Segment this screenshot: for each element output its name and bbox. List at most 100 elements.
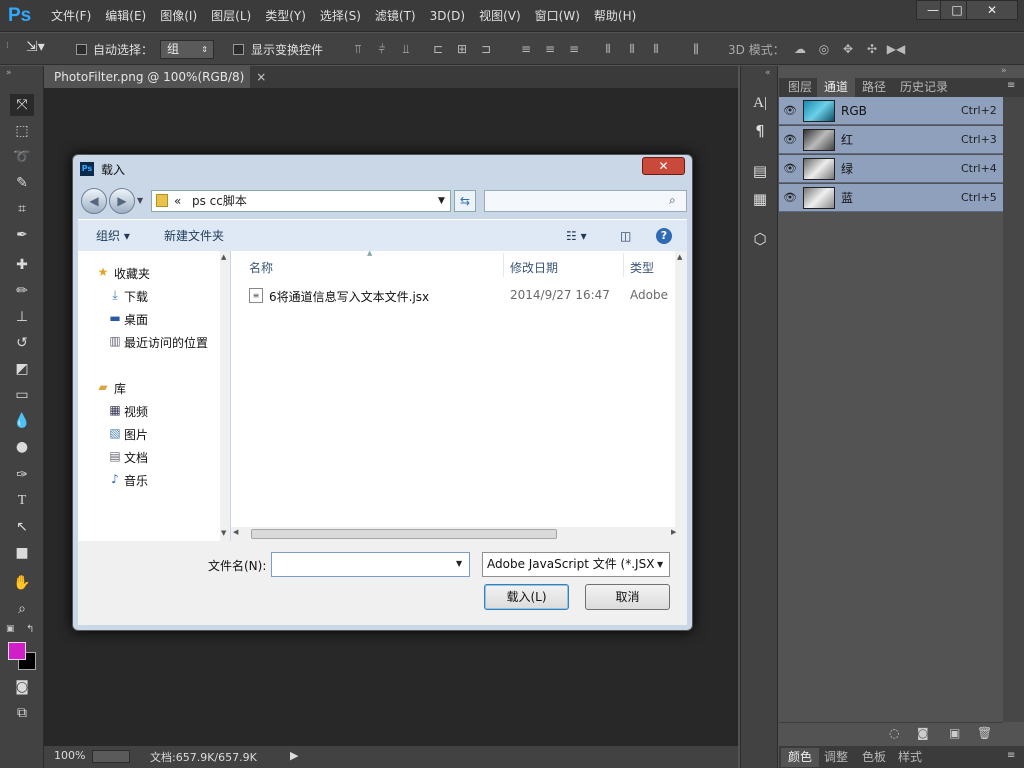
nav-item-downloads[interactable]: 下载 — [124, 288, 148, 305]
collapse-panel-icon[interactable]: » — [1001, 66, 1007, 76]
tab-adjustments[interactable]: 调整 — [817, 748, 855, 767]
menu-window[interactable]: 窗口(W) — [528, 0, 587, 32]
zoom-level[interactable]: 100% — [54, 749, 85, 762]
forward-button[interactable]: ▶ — [109, 188, 135, 214]
visibility-eye-icon[interactable]: 👁 — [783, 104, 797, 118]
history-dropdown-icon[interactable]: ▼ — [137, 196, 143, 205]
channel-row-rgb[interactable]: 👁 RGB Ctrl+2 — [779, 97, 1003, 125]
swap-colors-icon[interactable]: ↰ — [26, 624, 34, 635]
history-brush-tool-icon[interactable]: ↺ — [10, 332, 34, 354]
search-input[interactable]: ⌕ — [484, 190, 687, 212]
channel-row-green[interactable]: 👁 绿 Ctrl+4 — [779, 155, 1003, 183]
cancel-button[interactable]: 取消 — [585, 584, 670, 610]
preview-pane-icon[interactable]: ◫ — [620, 220, 631, 252]
3d-pan-icon[interactable]: ✥ — [838, 41, 858, 57]
dodge-tool-icon[interactable]: ● — [10, 436, 34, 458]
organize-button[interactable]: 组织 ▾ — [96, 220, 130, 252]
menu-3d[interactable]: 3D(D) — [423, 0, 472, 32]
collapse-column-icon[interactable]: « — [765, 68, 771, 78]
load-selection-icon[interactable]: ◌ — [889, 726, 899, 740]
menu-help[interactable]: 帮助(H) — [587, 0, 643, 32]
menu-image[interactable]: 图像(I) — [153, 0, 204, 32]
align-left-icon[interactable]: ⊏ — [430, 41, 446, 57]
nav-item-documents[interactable]: 文档 — [124, 449, 148, 466]
column-header-name[interactable]: 名称 — [249, 259, 273, 276]
auto-select-dropdown[interactable]: 组 ⇕ — [160, 40, 214, 59]
nav-item-pictures[interactable]: 图片 — [124, 426, 148, 443]
nav-item-desktop[interactable]: 桌面 — [124, 311, 148, 328]
file-vertical-scrollbar[interactable]: ▲ — [675, 251, 687, 527]
distribute-top-icon[interactable]: ≡ — [518, 41, 534, 57]
distribute-right-icon[interactable]: ⦀ — [648, 41, 664, 57]
filetype-dropdown-icon[interactable]: ▼ — [657, 553, 669, 576]
column-header-modified[interactable]: 修改日期 — [510, 259, 558, 276]
align-right-icon[interactable]: ⊐ — [478, 41, 494, 57]
3d-roll-icon[interactable]: ◎ — [814, 41, 834, 57]
load-button[interactable]: 载入(L) — [484, 584, 569, 610]
eraser-tool-icon[interactable]: ◩ — [10, 358, 34, 380]
auto-select-checkbox[interactable] — [76, 44, 87, 55]
status-menu-arrow-icon[interactable]: ▶ — [290, 749, 298, 762]
path-select-tool-icon[interactable]: ↖ — [10, 516, 34, 538]
pen-tool-icon[interactable]: ✑ — [10, 464, 34, 486]
align-vcenter-icon[interactable]: ⫩ — [374, 41, 390, 57]
show-transform-checkbox[interactable] — [233, 44, 244, 55]
menu-select[interactable]: 选择(S) — [313, 0, 368, 32]
nav-item-music[interactable]: 音乐 — [124, 472, 148, 489]
marquee-tool-icon[interactable]: ⬚ — [10, 120, 34, 142]
save-selection-icon[interactable]: ◙ — [917, 726, 929, 740]
menu-type[interactable]: 类型(Y) — [258, 0, 313, 32]
hand-tool-icon[interactable]: ✋ — [10, 572, 34, 594]
refresh-icon[interactable]: ⇆ — [454, 190, 476, 212]
channel-row-red[interactable]: 👁 红 Ctrl+3 — [779, 126, 1003, 154]
brush-tool-icon[interactable]: ✏ — [10, 280, 34, 302]
nav-item-video[interactable]: 视频 — [124, 403, 148, 420]
3d-camera-icon[interactable]: ▶◀ — [886, 41, 906, 57]
3d-panel-icon[interactable]: ⬡ — [749, 228, 771, 250]
filename-input[interactable]: ▼ — [271, 552, 470, 577]
healing-brush-tool-icon[interactable]: ✚ — [10, 254, 34, 276]
favorites-header[interactable]: 收藏夹 — [114, 265, 150, 282]
address-dropdown-icon[interactable]: ▼ — [438, 191, 445, 211]
channel-row-blue[interactable]: 👁 蓝 Ctrl+5 — [779, 184, 1003, 212]
visibility-eye-icon[interactable]: 👁 — [783, 162, 797, 176]
new-channel-icon[interactable]: ▣ — [949, 726, 960, 740]
align-bottom-icon[interactable]: ⫫ — [398, 41, 414, 57]
distribute-bottom-icon[interactable]: ≡ — [566, 41, 582, 57]
move-tool-icon[interactable]: ⤧ — [10, 94, 34, 116]
file-horizontal-scrollbar[interactable]: ◀ ▶ — [231, 527, 687, 541]
document-tab-close-icon[interactable]: × — [256, 70, 266, 84]
align-hcenter-icon[interactable]: ⊞ — [454, 41, 470, 57]
delete-channel-icon[interactable]: 🗑 — [977, 726, 992, 740]
screen-mode-icon[interactable]: ⧉ — [10, 702, 34, 724]
horizontal-scroll-thumb[interactable] — [251, 529, 557, 539]
help-icon[interactable]: ? — [656, 228, 672, 244]
panel-scrollbar[interactable] — [1003, 97, 1024, 722]
panel-menu-icon[interactable]: ≡ — [1007, 80, 1015, 91]
blur-tool-icon[interactable]: 💧 — [10, 410, 34, 432]
paragraph-panel-icon[interactable]: ¶ — [749, 120, 771, 142]
distribute-vcenter-icon[interactable]: ≡ — [542, 41, 558, 57]
type-tool-icon[interactable]: T — [10, 490, 34, 512]
tab-styles[interactable]: 样式 — [891, 748, 929, 767]
new-folder-button[interactable]: 新建文件夹 — [164, 220, 224, 252]
column-header-type[interactable]: 类型 — [630, 259, 654, 276]
tab-history[interactable]: 历史记录 — [893, 78, 955, 97]
back-button[interactable]: ◀ — [81, 188, 107, 214]
visibility-eye-icon[interactable]: 👁 — [783, 191, 797, 205]
menu-view[interactable]: 视图(V) — [472, 0, 528, 32]
zoom-tool-icon[interactable]: ⌕ — [10, 598, 34, 620]
document-tab[interactable]: PhotoFilter.png @ 100%(RGB/8) × — [44, 66, 266, 88]
auto-align-icon[interactable]: ⫼ — [688, 41, 704, 57]
tab-channels[interactable]: 通道 — [817, 78, 856, 97]
quick-select-tool-icon[interactable]: ✎ — [10, 172, 34, 194]
nav-item-recent[interactable]: 最近访问的位置 — [124, 334, 208, 351]
gradient-tool-icon[interactable]: ▭ — [10, 384, 34, 406]
move-tool-preset-icon[interactable]: ⇲▾ — [26, 39, 62, 59]
bottom-panel-menu-icon[interactable]: ≡ — [1007, 750, 1015, 761]
menu-file[interactable]: 文件(F) — [44, 0, 98, 32]
distribute-left-icon[interactable]: ⦀ — [600, 41, 616, 57]
dialog-close-button[interactable]: ✕ — [642, 157, 685, 175]
filename-dropdown-icon[interactable]: ▼ — [456, 559, 462, 568]
default-colors-icon[interactable]: ▣ — [6, 624, 15, 634]
